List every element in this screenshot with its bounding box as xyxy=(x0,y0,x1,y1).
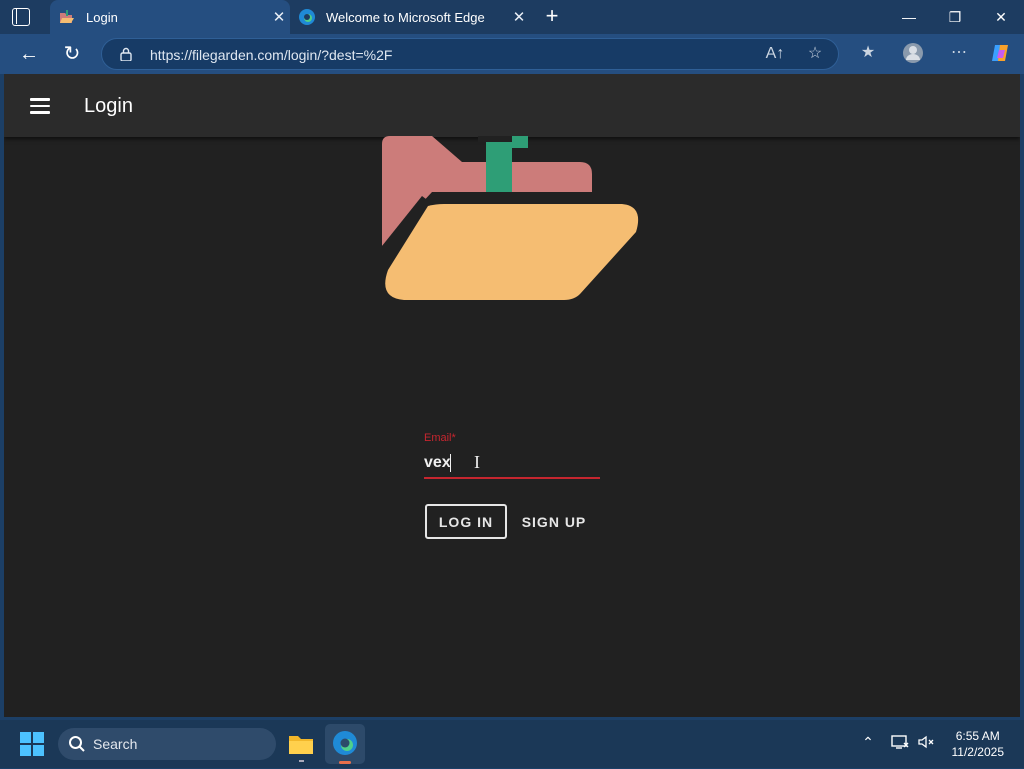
back-icon[interactable]: ← xyxy=(14,40,44,68)
clock-date: 11/2/2025 xyxy=(951,745,1005,759)
search-icon xyxy=(69,736,85,752)
tab-actions-icon[interactable] xyxy=(12,8,30,26)
network-icon[interactable] xyxy=(890,734,910,753)
search-label: Search xyxy=(93,736,138,752)
browser-title-bar: Login ✕ Welcome to Microsoft Edge ✕ + — … xyxy=(0,0,1024,34)
clock-time: 6:55 AM xyxy=(955,729,1000,743)
minimize-button[interactable]: — xyxy=(886,0,932,34)
text-cursor-icon: I xyxy=(474,452,480,472)
close-tab-icon[interactable]: ✕ xyxy=(268,8,290,26)
read-aloud-icon[interactable]: A↑ xyxy=(764,43,786,65)
more-options-icon[interactable]: ⋯ xyxy=(948,42,970,64)
tab-welcome-edge[interactable]: Welcome to Microsoft Edge ✕ xyxy=(290,0,530,34)
browser-toolbar: ← ↻ https://filegarden.com/login/?dest=%… xyxy=(0,34,1024,74)
filegarden-logo xyxy=(382,136,639,300)
lock-icon[interactable] xyxy=(120,47,132,61)
windows-taskbar: Search ⌃ 6:55 AM 11/2/2025 xyxy=(0,720,1024,768)
favorites-icon[interactable]: ★ xyxy=(857,42,879,64)
tab-title: Welcome to Microsoft Edge xyxy=(326,9,485,25)
clock[interactable]: 6:55 AM 11/2/2025 xyxy=(952,728,1005,760)
email-underline xyxy=(424,477,600,479)
file-explorer-icon[interactable] xyxy=(281,724,321,764)
url-text[interactable]: https://filegarden.com/login/?dest=%2F xyxy=(150,47,392,63)
email-field[interactable]: Email* xyxy=(424,430,600,480)
close-tab-icon[interactable]: ✕ xyxy=(508,8,530,26)
refresh-icon[interactable]: ↻ xyxy=(57,40,87,68)
copilot-icon[interactable] xyxy=(990,42,1012,64)
favorite-star-icon[interactable]: ☆ xyxy=(804,43,826,65)
volume-muted-icon[interactable] xyxy=(916,734,936,753)
app-bar: Login xyxy=(4,74,1020,137)
profile-icon[interactable] xyxy=(902,42,924,64)
signup-button[interactable]: SIGN UP xyxy=(514,504,594,539)
email-label: Email* xyxy=(424,432,456,444)
edge-favicon-icon xyxy=(298,8,316,26)
show-hidden-icons-icon[interactable]: ⌃ xyxy=(858,734,878,751)
restore-button[interactable]: ❐ xyxy=(932,0,978,34)
address-bar[interactable]: https://filegarden.com/login/?dest=%2F A… xyxy=(101,38,839,70)
windows-start-icon[interactable] xyxy=(20,732,44,756)
page-title: Login xyxy=(84,95,133,117)
login-button[interactable]: LOG IN xyxy=(425,504,507,539)
edge-taskbar-icon[interactable] xyxy=(325,724,365,764)
web-page: Login Email* LOG IN SIGN UP xyxy=(4,74,1020,717)
new-tab-button[interactable]: + xyxy=(540,4,564,28)
tab-login[interactable]: Login ✕ xyxy=(50,0,290,34)
taskbar-search-box[interactable]: Search xyxy=(58,728,276,760)
tab-title: Login xyxy=(86,9,118,25)
close-window-button[interactable]: ✕ xyxy=(978,0,1024,34)
text-caret xyxy=(450,454,451,472)
filegarden-favicon-icon xyxy=(58,8,76,26)
hamburger-menu-icon[interactable] xyxy=(30,98,50,114)
